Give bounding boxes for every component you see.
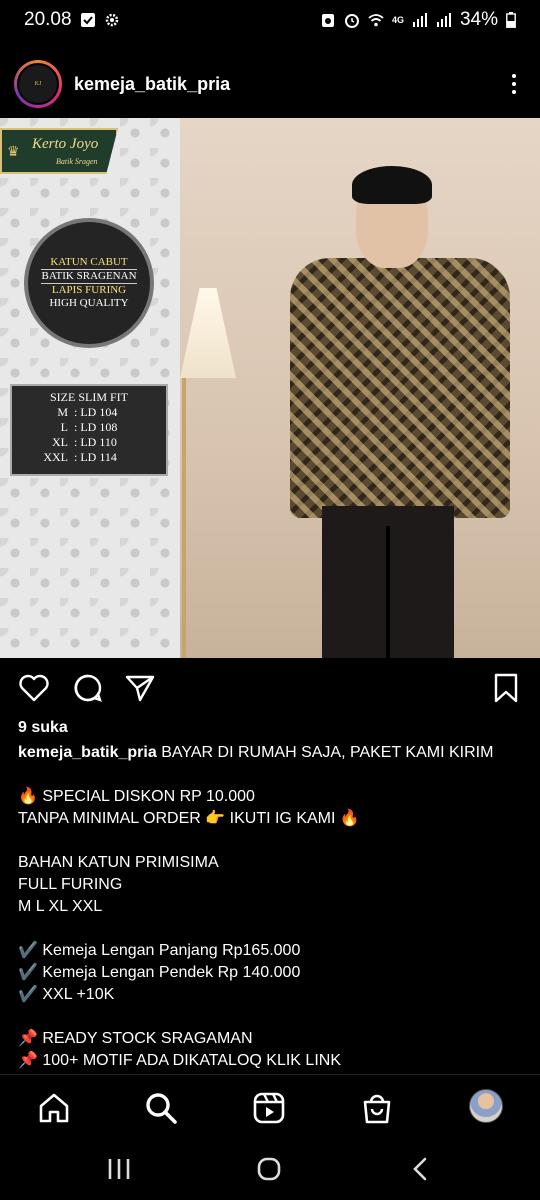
caption-username[interactable]: kemeja_batik_pria: [18, 744, 157, 761]
post-image[interactable]: ♛ Kerto Joyo Batik Sragen KATUN CABUT BA…: [0, 118, 540, 658]
post-caption: kemeja_batik_pria BAYAR DI RUMAH SAJA, P…: [18, 742, 528, 1072]
heart-icon[interactable]: [18, 672, 50, 704]
lamp-pole: [182, 378, 186, 658]
brand-subtitle: Batik Sragen: [56, 157, 98, 166]
status-bar: 20.08 4G 34%: [0, 0, 540, 40]
signal-icon-1: [412, 13, 427, 27]
status-time: 20.08: [24, 9, 72, 30]
comment-icon[interactable]: [72, 672, 104, 704]
back-icon[interactable]: [408, 1156, 434, 1182]
wifi-icon: [368, 14, 384, 27]
feature-item: BATIK SRAGENAN: [41, 269, 137, 284]
brand-banner: ♛ Kerto Joyo Batik Sragen: [0, 128, 118, 174]
post-username[interactable]: kemeja_batik_pria: [74, 74, 230, 95]
battery-percent: 34%: [459, 9, 498, 30]
likes-count[interactable]: 9 suka: [18, 719, 68, 737]
trousers: [322, 506, 454, 658]
home-icon[interactable]: [37, 1091, 71, 1125]
size-row: M: LD 104: [57, 405, 118, 419]
search-icon[interactable]: [144, 1091, 178, 1125]
size-row: XXL: LD 114: [43, 450, 117, 464]
feature-item: LAPIS FURING: [51, 284, 127, 296]
bookmark-icon[interactable]: [490, 672, 522, 704]
recents-icon[interactable]: [106, 1156, 132, 1182]
model-hair: [352, 166, 432, 204]
reels-icon[interactable]: [252, 1091, 286, 1125]
signal-icon-2: [436, 13, 451, 27]
settings-gear-icon: [105, 13, 118, 27]
size-chart: SIZE SLIM FIT M: LD 104 L: LD 108 XL: LD…: [10, 384, 168, 476]
more-options-icon[interactable]: [502, 72, 526, 96]
features-badge: KATUN CABUT BATIK SRAGENAN LAPIS FURING …: [24, 218, 154, 348]
crown-icon: ♛: [7, 145, 20, 160]
brand-name: Kerto Joyo: [32, 136, 99, 152]
bottom-navigation: [0, 1074, 540, 1138]
avatar-logo: KJ: [17, 63, 59, 105]
caption-text: BAYAR DI RUMAH SAJA, PAKET KAMI KIRIM 🔥 …: [18, 744, 494, 1069]
system-navigation: [0, 1138, 540, 1200]
post-actions: [0, 664, 540, 712]
shop-icon[interactable]: [360, 1091, 394, 1125]
profile-avatar[interactable]: KJ: [14, 60, 62, 108]
profile-avatar-nav[interactable]: [469, 1089, 503, 1123]
size-row: L: LD 108: [60, 420, 118, 434]
post-header: KJ kemeja_batik_pria: [0, 50, 540, 118]
model-figure: [284, 166, 516, 658]
battery-icon: [506, 12, 516, 28]
download-check-icon: [80, 13, 95, 27]
feature-item: HIGH QUALITY: [49, 297, 129, 309]
alarm-icon: [344, 14, 359, 28]
share-icon[interactable]: [124, 672, 156, 704]
size-row: XL: LD 110: [52, 435, 117, 449]
size-chart-title: SIZE SLIM FIT: [50, 390, 128, 404]
feature-item: KATUN CABUT: [50, 256, 128, 268]
home-circle-icon[interactable]: [256, 1156, 282, 1182]
alarm-lock-icon: [321, 14, 334, 27]
batik-shirt: [290, 258, 510, 518]
network-type: 4G: [391, 15, 404, 25]
